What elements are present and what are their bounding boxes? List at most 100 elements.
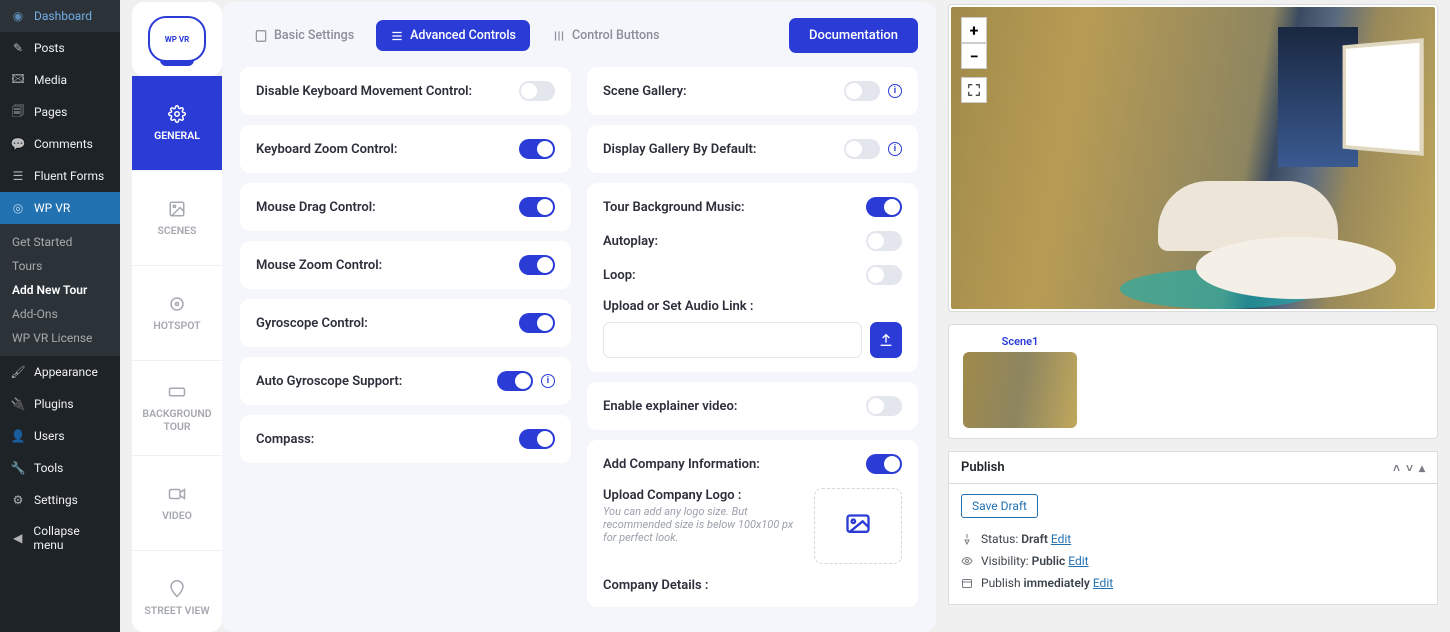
wpvr-logo: WP VR [132,2,222,76]
pin-icon [961,533,973,545]
publish-status-row: Status: Draft Edit [961,528,1425,550]
toggle-display-gallery[interactable] [844,139,880,159]
chevron-up-icon[interactable]: ˄ [1393,461,1400,475]
sidebar-item-comments[interactable]: 💬Comments [0,128,120,160]
eye-icon [961,555,973,567]
publish-visibility-row: Visibility: Public Edit [961,550,1425,572]
sidebar-item-posts[interactable]: ✎Posts [0,32,120,64]
caret-up-icon[interactable]: ▴ [1419,461,1425,475]
sidebar-item-settings[interactable]: ⚙Settings [0,484,120,516]
panorama-viewport[interactable]: + − [951,7,1435,309]
edit-schedule-link[interactable]: Edit [1093,576,1113,590]
chevron-down-icon[interactable]: ˅ [1406,461,1413,475]
brush-icon: 🖌 [10,364,26,380]
comments-icon: 💬 [10,136,26,152]
wrench-icon: 🔧 [10,460,26,476]
publish-schedule-row: Publish immediately Edit [961,572,1425,594]
scene-thumbnail [963,352,1077,428]
submenu-addons[interactable]: Add-Ons [0,302,120,326]
collapse-icon: ◀ [10,530,25,546]
sidebar-item-plugins[interactable]: 🔌Plugins [0,388,120,420]
controls-icon [552,29,566,43]
sidebar-item-media[interactable]: 🖾Media [0,64,120,96]
save-draft-button[interactable]: Save Draft [961,494,1038,518]
pages-icon: 🗐 [10,104,26,120]
sidebar-item-wpvr[interactable]: ◎WP VR [0,192,120,224]
user-icon: 👤 [10,428,26,444]
toggle-gyroscope[interactable] [519,313,555,333]
toggle-company-info[interactable] [866,454,902,474]
sidebar-item-dashboard[interactable]: ◉Dashboard [0,0,120,32]
documentation-button[interactable]: Documentation [789,18,918,53]
sidebar-item-pages[interactable]: 🗐Pages [0,96,120,128]
vr-icon: ◎ [10,200,26,216]
setting-disable-keyboard: Disable Keyboard Movement Control: [240,67,571,115]
panorama-icon [168,383,186,401]
wp-admin-sidebar: ◉Dashboard ✎Posts 🖾Media 🗐Pages 💬Comment… [0,0,120,632]
scene-item[interactable]: Scene1 [963,335,1077,428]
dashboard-icon: ◉ [10,8,26,24]
audio-link-input[interactable] [603,322,862,358]
submenu-license[interactable]: WP VR License [0,326,120,350]
vtab-hotspot[interactable]: HOTSPOT [132,266,222,361]
scene-list: Scene1 [948,324,1438,439]
info-icon[interactable]: i [888,142,902,156]
edit-visibility-link[interactable]: Edit [1068,554,1088,568]
toggle-bg-music[interactable] [866,197,902,217]
pin-icon: ✎ [10,40,26,56]
panorama-preview: + − [948,4,1438,312]
toggle-disable-keyboard[interactable] [519,81,555,101]
setting-explainer: Enable explainer video: [587,382,918,430]
setting-bg-music: Tour Background Music: Autoplay: Loop: U… [587,183,918,372]
toggle-compass[interactable] [519,429,555,449]
image-upload-icon [844,512,872,540]
zoom-in-button[interactable]: + [961,17,987,43]
plug-icon: 🔌 [10,396,26,412]
edit-status-link[interactable]: Edit [1051,532,1071,546]
fullscreen-button[interactable] [961,77,987,103]
toggle-keyboard-zoom[interactable] [519,139,555,159]
toggle-auto-gyro[interactable] [497,371,533,391]
vtab-bgtour[interactable]: BACKGROUND TOUR [132,361,222,456]
submenu-getstarted[interactable]: Get Started [0,230,120,254]
toggle-mouse-zoom[interactable] [519,255,555,275]
info-icon[interactable]: i [888,84,902,98]
sidebar-item-tools[interactable]: 🔧Tools [0,452,120,484]
video-icon [168,485,186,503]
tab-basic-settings[interactable]: Basic Settings [240,20,368,51]
publish-box: Publish ˄ ˅ ▴ Save Draft Status: Draft E… [948,451,1438,605]
toggle-scene-gallery[interactable] [844,81,880,101]
pin-icon [168,580,186,598]
target-icon [168,295,186,313]
toggle-autoplay[interactable] [866,231,902,251]
toggle-loop[interactable] [866,265,902,285]
publish-title: Publish [961,460,1005,475]
doc-icon [254,29,268,43]
submenu-addnewtour[interactable]: Add New Tour [0,278,120,302]
logo-upload-dropzone[interactable] [814,488,902,564]
vtab-general[interactable]: GENERAL [132,76,222,171]
setting-compass: Compass: [240,415,571,463]
sidebar-item-collapse[interactable]: ◀Collapse menu [0,516,120,560]
vtab-scenes[interactable]: SCENES [132,171,222,266]
tab-advanced-controls[interactable]: Advanced Controls [376,20,530,51]
info-icon[interactable]: i [541,374,555,388]
setting-mouse-zoom: Mouse Zoom Control: [240,241,571,289]
toggle-mouse-drag[interactable] [519,197,555,217]
sidebar-item-fluentforms[interactable]: ☰Fluent Forms [0,160,120,192]
calendar-icon [961,577,973,589]
submenu-tours[interactable]: Tours [0,254,120,278]
setting-scene-gallery: Scene Gallery:i [587,67,918,115]
setting-company-info: Add Company Information: Upload Company … [587,440,918,607]
upload-icon [878,332,894,348]
sidebar-submenu: Get Started Tours Add New Tour Add-Ons W… [0,224,120,356]
media-icon: 🖾 [10,72,26,88]
sidebar-item-appearance[interactable]: 🖌Appearance [0,356,120,388]
upload-audio-button[interactable] [870,322,902,358]
vtab-streetview[interactable]: STREET VIEW [132,551,222,632]
tab-control-buttons[interactable]: Control Buttons [538,20,674,51]
zoom-out-button[interactable]: − [961,43,987,69]
toggle-explainer[interactable] [866,396,902,416]
sidebar-item-users[interactable]: 👤Users [0,420,120,452]
vtab-video[interactable]: VIDEO [132,456,222,551]
